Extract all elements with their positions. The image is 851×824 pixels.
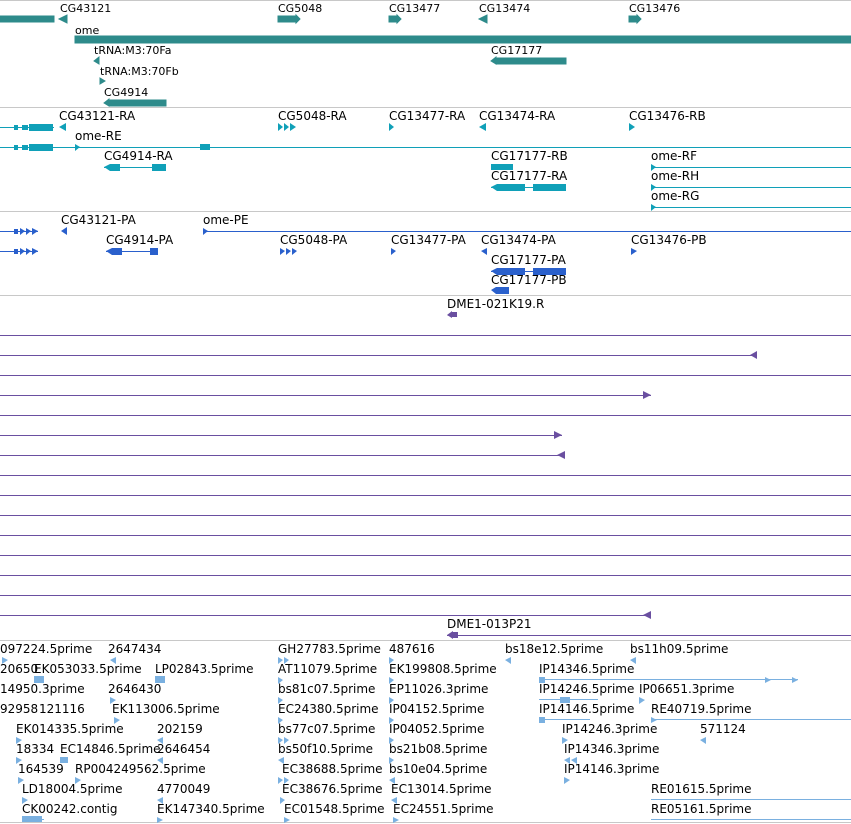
protein-track: CG43121-PA ome-PE CG4914-PA CG5048-PA CG…	[0, 213, 851, 294]
est-track: 097224.5prime 2647434 GH27783.5prime 487…	[0, 642, 851, 823]
est-label: IP14146.3prime	[564, 762, 659, 776]
gene-track: CG43121 CG5048 CG13477 CG13474 CG13476 o…	[0, 2, 851, 107]
est-label: 4770049	[157, 782, 210, 796]
est-label: 2647434	[108, 642, 161, 656]
clone-label: DME1-021K19.R	[447, 297, 544, 311]
est-label: EK199808.5prime	[389, 662, 497, 676]
est-label: bs50f10.5prime	[278, 742, 373, 756]
clone-track: DME1-021K19.R DME1-013P21	[0, 297, 851, 639]
est-label: EC24551.5prime	[393, 802, 494, 816]
est-label: EK053033.5prime	[34, 662, 142, 676]
protein-label: CG13477-PA	[391, 233, 467, 247]
est-label: 14950.3prime	[0, 682, 85, 696]
est-label: EC38688.5prime	[282, 762, 383, 776]
est-label: EK014335.5prime	[16, 722, 124, 736]
est-label: IP06651.3prime	[639, 682, 734, 696]
est-label: 202159	[157, 722, 203, 736]
est-label: EC13014.5prime	[391, 782, 492, 796]
transcript-glyphs[interactable]	[0, 123, 851, 211]
est-label: 164539	[18, 762, 64, 776]
est-label: EK147340.5prime	[157, 802, 265, 816]
est-label: IP04052.5prime	[389, 722, 484, 736]
track-dividers	[0, 0, 851, 823]
gene-label: CG5048	[278, 2, 322, 15]
transcript-label: CG17177-RA	[491, 169, 568, 183]
transcript-label: CG5048-RA	[278, 109, 347, 123]
transcript-label: ome-RG	[651, 189, 699, 203]
est-label: 571124	[700, 722, 746, 736]
clone-label: DME1-013P21	[447, 617, 532, 631]
est-label: EK113006.5prime	[112, 702, 220, 716]
protein-label: CG17177-PB	[491, 273, 567, 287]
protein-label: CG13476-PB	[631, 233, 707, 247]
est-label: CK00242.contig	[22, 802, 117, 816]
gene-label: CG13476	[629, 2, 680, 15]
est-label: EC14846.5prime	[60, 742, 161, 756]
transcript-label: CG13476-RB	[629, 109, 706, 123]
protein-label: ome-PE	[203, 213, 249, 227]
est-label: IP14246.5prime	[539, 682, 634, 696]
gene-label: tRNA:M3:70Fb	[100, 65, 179, 78]
est-label: RE40719.5prime	[651, 702, 752, 716]
est-label: IP14346.3prime	[564, 742, 659, 756]
est-label: bs21b08.5prime	[389, 742, 487, 756]
transcript-label: ome-RE	[75, 129, 122, 143]
est-label: 121116	[39, 702, 85, 716]
est-label: IP04152.5prime	[389, 702, 484, 716]
est-label: 2646454	[157, 742, 210, 756]
transcript-label: CG13477-RA	[389, 109, 466, 123]
protein-label: CG43121-PA	[61, 213, 137, 227]
gene-label: CG13474	[479, 2, 530, 15]
est-label: IP14246.3prime	[562, 722, 657, 736]
gene-label: ome	[75, 24, 99, 37]
est-label: 487616	[389, 642, 435, 656]
est-label: EC24380.5prime	[278, 702, 379, 716]
est-label: EC38676.5prime	[282, 782, 383, 796]
transcript-label: CG4914-RA	[104, 149, 173, 163]
est-label: RE05161.5prime	[651, 802, 752, 816]
gene-label: tRNA:M3:70Fa	[94, 44, 171, 57]
gene-label: CG43121	[60, 2, 111, 15]
est-label: 92958	[0, 702, 38, 716]
transcript-track: CG43121-RA CG5048-RA CG13477-RA CG13474-…	[0, 109, 851, 211]
est-label: 20650	[0, 662, 38, 676]
protein-label: CG5048-PA	[280, 233, 348, 247]
est-label: AT11079.5prime	[278, 662, 377, 676]
est-label: GH27783.5prime	[278, 642, 381, 656]
protein-label: CG4914-PA	[106, 233, 174, 247]
gene-label: CG13477	[389, 2, 440, 15]
genome-browser: CG43121 CG5048 CG13477 CG13474 CG13476 o…	[0, 0, 851, 823]
est-label: 097224.5prime	[0, 642, 92, 656]
est-label: bs81c07.5prime	[278, 682, 375, 696]
gene-label: CG4914	[104, 86, 148, 99]
transcript-label: CG13474-RA	[479, 109, 556, 123]
est-label: bs18e12.5prime	[505, 642, 603, 656]
est-label: bs77c07.5prime	[278, 722, 375, 736]
transcript-label: ome-RH	[651, 169, 699, 183]
est-label: EC01548.5prime	[284, 802, 385, 816]
gene-label: CG17177	[491, 44, 542, 57]
transcript-label: ome-RF	[651, 149, 697, 163]
est-label: 2646430	[108, 682, 161, 696]
est-label: EP11026.3prime	[389, 682, 488, 696]
est-label: IP14346.5prime	[539, 662, 634, 676]
clone-glyphs[interactable]	[0, 311, 851, 639]
est-label: bs10e04.5prime	[389, 762, 487, 776]
est-label: RP004249562.5prime	[75, 762, 206, 776]
est-label: RE01615.5prime	[651, 782, 752, 796]
protein-label: CG13474-PA	[481, 233, 557, 247]
est-label: 18334	[16, 742, 54, 756]
protein-label: CG17177-PA	[491, 253, 567, 267]
est-label: LD18004.5prime	[22, 782, 123, 796]
est-label: IP14146.5prime	[539, 702, 634, 716]
est-label: bs11h09.5prime	[630, 642, 728, 656]
est-label: LP02843.5prime	[155, 662, 254, 676]
transcript-label: CG17177-RB	[491, 149, 568, 163]
transcript-label: CG43121-RA	[59, 109, 136, 123]
